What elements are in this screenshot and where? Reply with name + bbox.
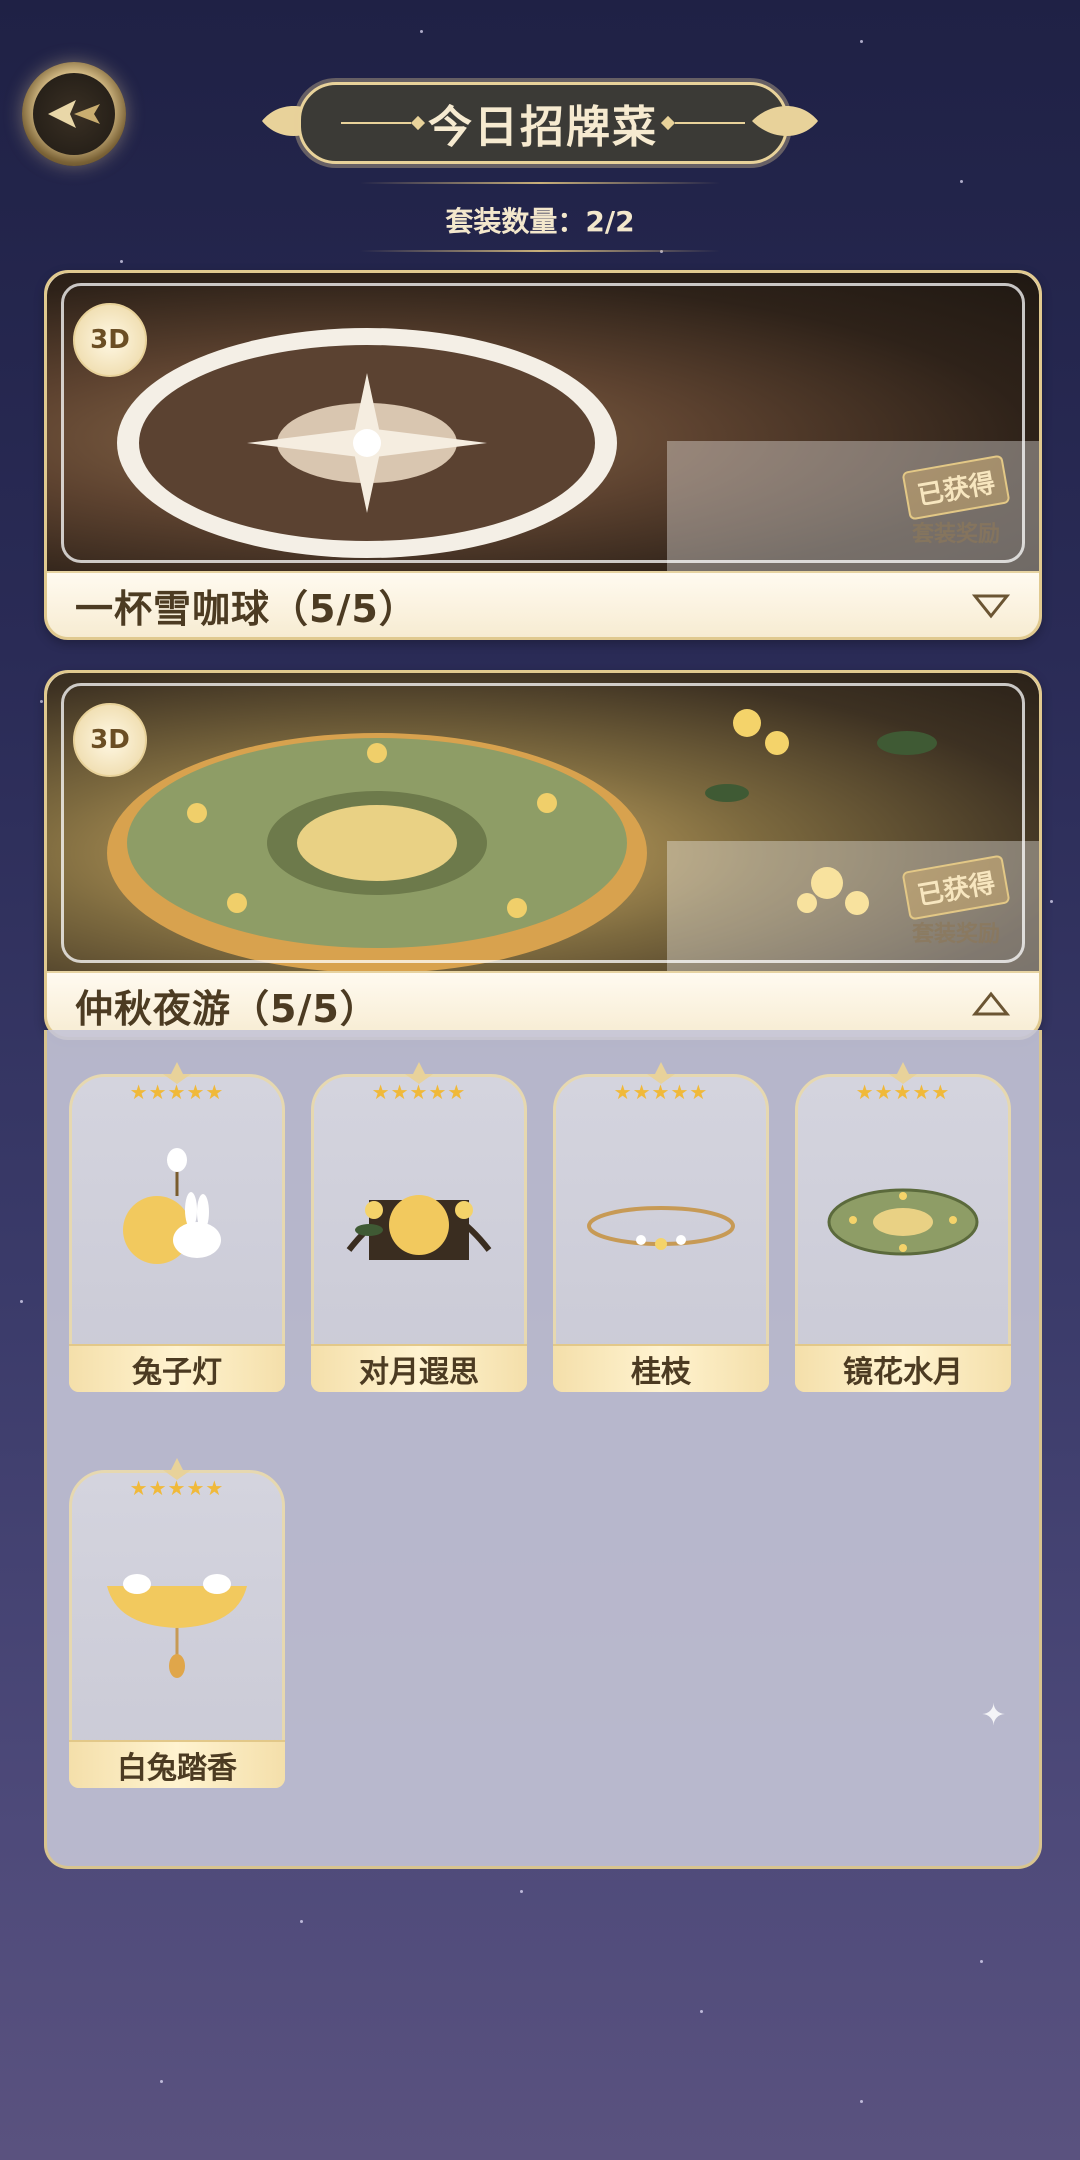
3d-badge[interactable]: 3D xyxy=(73,303,147,377)
item-name: 桂枝 xyxy=(553,1344,769,1392)
item-name: 兔子灯 xyxy=(69,1344,285,1392)
rarity-stars: ★★★★★ xyxy=(129,1476,225,1500)
triangle-down-icon[interactable] xyxy=(971,590,1011,620)
right-ornament-icon xyxy=(752,106,818,136)
triangle-up-icon[interactable] xyxy=(971,990,1011,1020)
title-plate: 今日招牌菜 xyxy=(298,82,788,164)
item-card[interactable]: ★★★★★ 桂枝 xyxy=(553,1056,769,1392)
rarity-stars: ★★★★★ xyxy=(855,1080,951,1104)
set-banner-image[interactable]: 3D 已获得 套装奖励 xyxy=(47,273,1039,573)
set-count-text: 套装数量：2/2 xyxy=(445,205,635,238)
page-title: 今日招牌菜 xyxy=(428,102,658,153)
rabbit-lantern-image xyxy=(123,1148,221,1264)
rarity-stars: ★★★★★ xyxy=(371,1080,467,1104)
set-card-coffee[interactable]: 3D 已获得 套装奖励 一杯雪咖球（5/5） xyxy=(44,270,1042,640)
set-header[interactable]: 一杯雪咖球（5/5） xyxy=(47,571,1039,637)
moon-rug-image xyxy=(827,1188,979,1256)
back-button[interactable] xyxy=(22,62,126,166)
set-name: 一杯雪咖球（5/5） xyxy=(75,586,418,631)
item-card[interactable]: ★★★★★ 镜花水月 xyxy=(795,1056,1011,1392)
set-header[interactable]: 仲秋夜游（5/5） xyxy=(47,971,1039,1037)
item-card[interactable]: ★★★★★ 对月遐思 xyxy=(311,1056,527,1392)
sparkle-icon: ✦ xyxy=(981,1698,1007,1733)
set-banner-image[interactable]: 3D 已获得 套装奖励 xyxy=(47,673,1039,973)
item-name: 对月遐思 xyxy=(311,1344,527,1392)
rarity-stars: ★★★★★ xyxy=(129,1080,225,1104)
item-name: 镜花水月 xyxy=(795,1344,1011,1392)
item-card[interactable]: ★★★★★ 白兔踏香 xyxy=(69,1452,285,1788)
rarity-stars: ★★★★★ xyxy=(613,1080,709,1104)
set-card-midautumn[interactable]: 3D 已获得 套装奖励 仲秋夜游（5/5） xyxy=(44,670,1042,1040)
divider xyxy=(360,250,720,252)
obtained-stamp: 已获得 套装奖励 xyxy=(901,854,1011,948)
rabbit-waist-ornament-image xyxy=(107,1574,247,1678)
3d-badge[interactable]: 3D xyxy=(73,703,147,777)
moon-screen-image xyxy=(346,1195,492,1260)
item-name: 白兔踏香 xyxy=(69,1740,285,1788)
osmanthus-branch-image xyxy=(587,1206,735,1250)
obtained-stamp: 已获得 套装奖励 xyxy=(901,454,1011,548)
divider xyxy=(360,182,720,184)
back-arrow-icon xyxy=(48,100,100,128)
set-name: 仲秋夜游（5/5） xyxy=(75,986,379,1031)
item-card[interactable]: ★★★★★ 兔子灯 xyxy=(69,1056,285,1392)
set-items-panel: ★★★★★ 兔子灯 ★★★★★ 对月遐思 ★★★★★ 桂枝 ★★★★★ 镜花水月… xyxy=(44,1030,1042,1869)
